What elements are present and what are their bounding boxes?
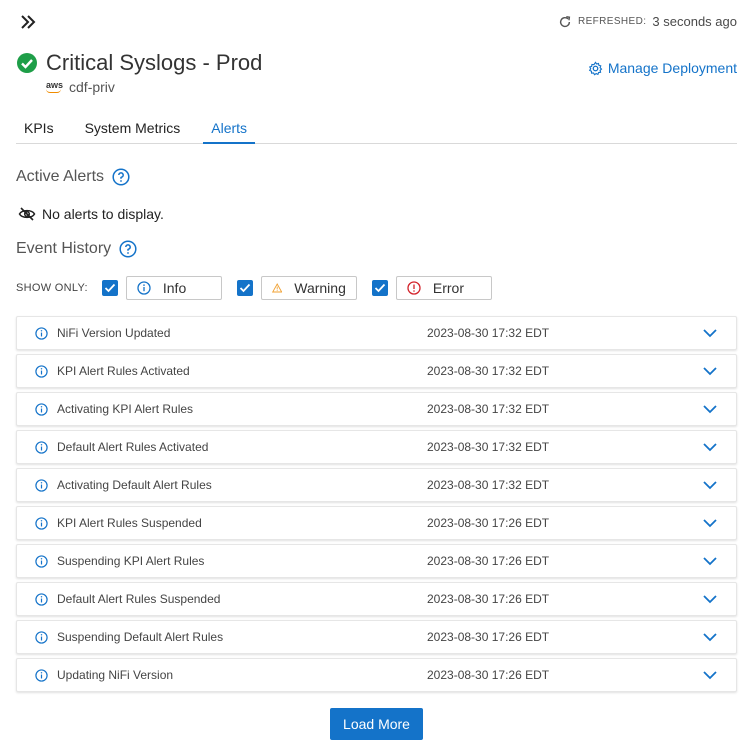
info-icon bbox=[35, 479, 48, 492]
error-filter-checkbox[interactable] bbox=[371, 280, 388, 296]
event-row[interactable]: Activating KPI Alert Rules 2023-08-30 17… bbox=[16, 392, 737, 426]
chevron-down-icon[interactable] bbox=[702, 479, 718, 491]
chevron-down-icon[interactable] bbox=[702, 403, 718, 415]
warning-filter-label: Warning bbox=[294, 280, 346, 296]
event-row[interactable]: Suspending KPI Alert Rules 2023-08-30 17… bbox=[16, 544, 737, 578]
info-filter-pill[interactable]: Info bbox=[125, 276, 222, 300]
info-icon bbox=[35, 517, 48, 530]
expand-sidebar-button[interactable] bbox=[18, 12, 38, 32]
error-icon bbox=[407, 281, 421, 295]
help-icon[interactable] bbox=[112, 168, 130, 186]
info-icon bbox=[35, 631, 48, 644]
checkmark-icon bbox=[104, 283, 116, 293]
event-history-title: Event History bbox=[16, 240, 112, 257]
event-row[interactable]: Default Alert Rules Activated 2023-08-30… bbox=[16, 430, 737, 464]
chevron-down-icon[interactable] bbox=[702, 593, 718, 605]
gear-icon bbox=[588, 60, 603, 75]
event-time: 2023-08-30 17:26 EDT bbox=[427, 668, 550, 682]
event-filters: SHOW ONLY: Info Warning Error bbox=[16, 276, 507, 300]
chevron-down-icon[interactable] bbox=[702, 669, 718, 681]
info-icon bbox=[35, 441, 48, 454]
checkmark-icon bbox=[374, 283, 386, 293]
event-history-heading: Event History bbox=[16, 240, 137, 258]
info-icon bbox=[35, 365, 48, 378]
event-time: 2023-08-30 17:26 EDT bbox=[427, 554, 550, 568]
event-name: KPI Alert Rules Suspended bbox=[57, 516, 202, 530]
chevron-down-icon[interactable] bbox=[702, 365, 718, 377]
event-time: 2023-08-30 17:26 EDT bbox=[427, 592, 550, 606]
chevron-down-icon[interactable] bbox=[702, 517, 718, 529]
event-time: 2023-08-30 17:32 EDT bbox=[427, 440, 550, 454]
no-alerts-text: No alerts to display. bbox=[42, 206, 164, 222]
chevron-down-icon[interactable] bbox=[702, 631, 718, 643]
info-filter-label: Info bbox=[162, 280, 187, 296]
refresh-status: REFRESHED: 3 seconds ago bbox=[558, 14, 737, 29]
active-alerts-title: Active Alerts bbox=[16, 168, 105, 185]
refreshed-label: REFRESHED: bbox=[577, 16, 647, 27]
chevron-down-icon[interactable] bbox=[702, 555, 718, 567]
double-chevron-right-icon bbox=[21, 15, 36, 29]
tab-bar: KPIs System Metrics Alerts bbox=[16, 112, 737, 144]
info-icon bbox=[35, 669, 48, 682]
event-row[interactable]: KPI Alert Rules Suspended 2023-08-30 17:… bbox=[16, 506, 737, 540]
load-more-button[interactable]: Load More bbox=[330, 708, 423, 740]
event-row[interactable]: KPI Alert Rules Activated 2023-08-30 17:… bbox=[16, 354, 737, 388]
event-history-list: NiFi Version Updated 2023-08-30 17:32 ED… bbox=[16, 316, 737, 696]
active-alerts-heading: Active Alerts bbox=[16, 168, 130, 186]
event-name: Suspending KPI Alert Rules bbox=[57, 554, 205, 568]
event-name: KPI Alert Rules Activated bbox=[57, 364, 190, 378]
error-filter-pill[interactable]: Error bbox=[395, 276, 492, 300]
help-icon[interactable] bbox=[119, 240, 137, 258]
refreshed-value: 3 seconds ago bbox=[652, 14, 737, 29]
eye-slash-icon bbox=[18, 207, 36, 221]
info-icon bbox=[35, 327, 48, 340]
event-name: Activating KPI Alert Rules bbox=[57, 402, 194, 416]
aws-logo-icon: aws bbox=[46, 81, 63, 93]
event-name: Updating NiFi Version bbox=[57, 668, 174, 682]
chevron-down-icon[interactable] bbox=[702, 327, 718, 339]
event-name: Suspending Default Alert Rules bbox=[57, 630, 224, 644]
manage-deployment-link[interactable]: Manage Deployment bbox=[588, 60, 737, 76]
check-circle-icon bbox=[17, 53, 37, 73]
tab-alerts[interactable]: Alerts bbox=[203, 112, 256, 144]
info-icon bbox=[35, 555, 48, 568]
no-alerts-message: No alerts to display. bbox=[18, 206, 164, 222]
tab-system-metrics[interactable]: System Metrics bbox=[77, 112, 189, 144]
event-row[interactable]: Activating Default Alert Rules 2023-08-3… bbox=[16, 468, 737, 502]
event-time: 2023-08-30 17:26 EDT bbox=[427, 516, 550, 530]
info-icon bbox=[137, 281, 151, 295]
event-name: Default Alert Rules Suspended bbox=[57, 592, 221, 606]
event-name: NiFi Version Updated bbox=[57, 326, 171, 340]
event-time: 2023-08-30 17:32 EDT bbox=[427, 478, 550, 492]
error-filter-label: Error bbox=[432, 280, 464, 296]
event-name: Activating Default Alert Rules bbox=[57, 478, 212, 492]
info-icon bbox=[35, 403, 48, 416]
event-time: 2023-08-30 17:26 EDT bbox=[427, 630, 550, 644]
event-row[interactable]: Updating NiFi Version 2023-08-30 17:26 E… bbox=[16, 658, 737, 692]
event-row[interactable]: NiFi Version Updated 2023-08-30 17:32 ED… bbox=[16, 316, 737, 350]
warning-icon bbox=[271, 283, 283, 293]
page-title: Critical Syslogs - Prod bbox=[46, 50, 263, 75]
info-filter-checkbox[interactable] bbox=[101, 280, 118, 296]
environment-name: cdf-priv bbox=[69, 79, 115, 95]
event-name: Default Alert Rules Activated bbox=[57, 440, 209, 454]
event-row[interactable]: Default Alert Rules Suspended 2023-08-30… bbox=[16, 582, 737, 616]
chevron-down-icon[interactable] bbox=[702, 441, 718, 453]
event-time: 2023-08-30 17:32 EDT bbox=[427, 364, 550, 378]
manage-deployment-label: Manage Deployment bbox=[607, 60, 737, 76]
checkmark-icon bbox=[239, 283, 251, 293]
warning-filter-pill[interactable]: Warning bbox=[260, 276, 357, 300]
warning-filter-checkbox[interactable] bbox=[236, 280, 253, 296]
show-only-label: SHOW ONLY: bbox=[16, 282, 88, 294]
event-time: 2023-08-30 17:32 EDT bbox=[427, 326, 550, 340]
refresh-icon[interactable] bbox=[558, 15, 572, 29]
tab-kpis[interactable]: KPIs bbox=[16, 112, 62, 144]
event-time: 2023-08-30 17:32 EDT bbox=[427, 402, 550, 416]
info-icon bbox=[35, 593, 48, 606]
event-row[interactable]: Suspending Default Alert Rules 2023-08-3… bbox=[16, 620, 737, 654]
page-header: Critical Syslogs - Prod bbox=[16, 50, 262, 76]
environment-info: aws cdf-priv bbox=[46, 79, 115, 95]
